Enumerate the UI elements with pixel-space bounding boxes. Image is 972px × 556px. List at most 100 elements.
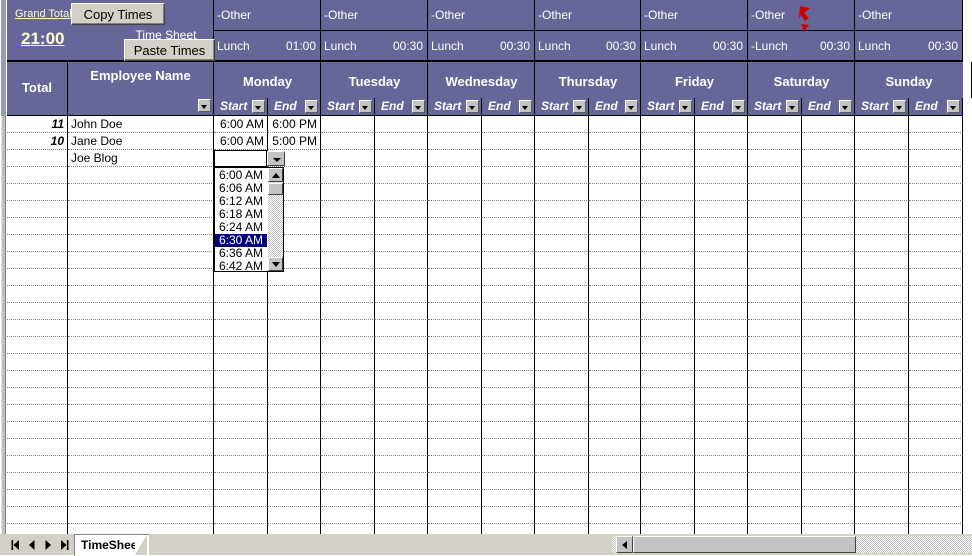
cell-r17-c6[interactable]	[482, 388, 535, 405]
cell-r5-c12[interactable]	[802, 184, 855, 201]
cell-r23-c2[interactable]	[268, 490, 321, 507]
cell-r10-c10[interactable]	[695, 269, 748, 286]
cell-r17-c7[interactable]	[535, 388, 589, 405]
cell-r16-c8[interactable]	[589, 371, 641, 388]
cell-employee-empty[interactable]	[68, 371, 214, 388]
cell-r7-c4[interactable]	[375, 218, 428, 235]
cell-r9-c3[interactable]	[321, 252, 375, 269]
cell-r1-c9[interactable]	[641, 116, 695, 133]
cell-r24-c6[interactable]	[482, 507, 535, 524]
cell-r10-c7[interactable]	[535, 269, 589, 286]
cell-r18-c3[interactable]	[321, 405, 375, 422]
cell-r21-c1[interactable]	[214, 456, 268, 473]
cell-r6-c4[interactable]	[375, 201, 428, 218]
cell-r24-c7[interactable]	[535, 507, 589, 524]
cell-r11-c2[interactable]	[268, 286, 321, 303]
cell-r20-c13[interactable]	[855, 439, 909, 456]
cell-r13-c12[interactable]	[802, 320, 855, 337]
cell-employee-empty[interactable]	[68, 354, 214, 371]
cell-r2-c11[interactable]	[748, 133, 802, 150]
cell-total-empty[interactable]	[7, 388, 68, 405]
employee-name-filter-icon[interactable]	[198, 99, 211, 112]
cell-r11-c13[interactable]	[855, 286, 909, 303]
cell-r5-c7[interactable]	[535, 184, 589, 201]
cell-r7-c7[interactable]	[535, 218, 589, 235]
cell-r2-c13[interactable]	[855, 133, 909, 150]
cell-r4-c14[interactable]	[909, 167, 963, 184]
hscroll-left-icon[interactable]	[616, 536, 633, 553]
cell-r19-c7[interactable]	[535, 422, 589, 439]
cell-r18-c8[interactable]	[589, 405, 641, 422]
cell-r8-c10[interactable]	[695, 235, 748, 252]
cell-r1-c14[interactable]	[909, 116, 963, 133]
filter-icon-tuesday-end[interactable]	[412, 100, 425, 113]
cell-r1-c1[interactable]: 6:00 AM	[214, 116, 268, 133]
cell-r12-c6[interactable]	[482, 303, 535, 320]
cell-r8-c3[interactable]	[321, 235, 375, 252]
cell-r15-c1[interactable]	[214, 354, 268, 371]
cell-r21-c10[interactable]	[695, 456, 748, 473]
cell-r15-c13[interactable]	[855, 354, 909, 371]
cell-r21-c13[interactable]	[855, 456, 909, 473]
cell-total-empty[interactable]	[7, 473, 68, 490]
cell-r7-c9[interactable]	[641, 218, 695, 235]
cell-employee-empty[interactable]	[68, 167, 214, 184]
hscroll-thumb[interactable]	[633, 536, 856, 553]
cell-r12-c12[interactable]	[802, 303, 855, 320]
cell-r2-c6[interactable]	[482, 133, 535, 150]
cell-r22-c10[interactable]	[695, 473, 748, 490]
cell-r24-c11[interactable]	[748, 507, 802, 524]
cell-r8-c14[interactable]	[909, 235, 963, 252]
cell-r6-c6[interactable]	[482, 201, 535, 218]
cell-total-empty[interactable]	[7, 439, 68, 456]
cell-r6-c12[interactable]	[802, 201, 855, 218]
cell-employee-empty[interactable]	[68, 388, 214, 405]
cell-r7-c8[interactable]	[589, 218, 641, 235]
cell-r11-c8[interactable]	[589, 286, 641, 303]
cell-r20-c12[interactable]	[802, 439, 855, 456]
cell-r19-c8[interactable]	[589, 422, 641, 439]
cell-r23-c13[interactable]	[855, 490, 909, 507]
cell-r9-c7[interactable]	[535, 252, 589, 269]
filter-icon-sunday-start[interactable]	[893, 100, 906, 113]
cell-r16-c2[interactable]	[268, 371, 321, 388]
cell-r14-c7[interactable]	[535, 337, 589, 354]
cell-employee-empty[interactable]	[68, 235, 214, 252]
cell-r17-c5[interactable]	[428, 388, 482, 405]
cell-r21-c8[interactable]	[589, 456, 641, 473]
cell-total-empty[interactable]	[7, 490, 68, 507]
cell-r2-c12[interactable]	[802, 133, 855, 150]
cell-r14-c9[interactable]	[641, 337, 695, 354]
cell-r9-c11[interactable]	[748, 252, 802, 269]
cell-r14-c3[interactable]	[321, 337, 375, 354]
cell-r12-c14[interactable]	[909, 303, 963, 320]
cell-r21-c4[interactable]	[375, 456, 428, 473]
cell-r7-c13[interactable]	[855, 218, 909, 235]
cell-r20-c9[interactable]	[641, 439, 695, 456]
cell-r2-c10[interactable]	[695, 133, 748, 150]
cell-r24-c4[interactable]	[375, 507, 428, 524]
cell-r20-c1[interactable]	[214, 439, 268, 456]
cell-r5-c14[interactable]	[909, 184, 963, 201]
dropdown-scroll-down-icon[interactable]	[268, 257, 283, 271]
cell-r18-c2[interactable]	[268, 405, 321, 422]
cell-r8-c8[interactable]	[589, 235, 641, 252]
cell-employee-empty[interactable]	[68, 439, 214, 456]
cell-r17-c11[interactable]	[748, 388, 802, 405]
cell-employee-empty[interactable]	[68, 320, 214, 337]
copy-times-button[interactable]: Copy Times	[71, 3, 165, 25]
cell-employee-empty[interactable]	[68, 456, 214, 473]
cell-r24-c14[interactable]	[909, 507, 963, 524]
cell-r22-c8[interactable]	[589, 473, 641, 490]
cell-r12-c11[interactable]	[748, 303, 802, 320]
cell-r15-c5[interactable]	[428, 354, 482, 371]
cell-r5-c8[interactable]	[589, 184, 641, 201]
cell-total-empty[interactable]	[7, 286, 68, 303]
cell-r16-c11[interactable]	[748, 371, 802, 388]
cell-r21-c9[interactable]	[641, 456, 695, 473]
cell-total-empty[interactable]	[7, 456, 68, 473]
dropdown-scroll-thumb[interactable]	[268, 183, 283, 195]
cell-employee-empty[interactable]	[68, 405, 214, 422]
cell-employee-name-row-1[interactable]: John Doe	[68, 116, 214, 133]
cell-r24-c9[interactable]	[641, 507, 695, 524]
